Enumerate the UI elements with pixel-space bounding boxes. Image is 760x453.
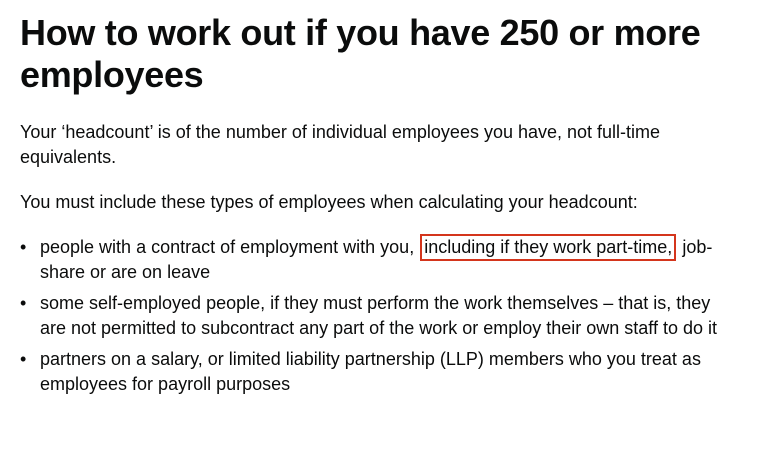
bullet-icon: • [20,349,27,369]
list-item-contract-employees: • people with a contract of employment w… [20,234,740,285]
list-item-text: some self-employed people, if they must … [40,293,718,338]
list-item-partners: • partners on a salary, or limited liabi… [20,347,740,397]
list-item-text: partners on a salary, or limited liabili… [40,349,701,394]
list-introduction: You must include these types of employee… [20,192,638,212]
guidance-page: How to work out if you have 250 or more … [0,0,760,453]
list-item-text: people with a contract of employment wit… [40,237,420,257]
page-heading: How to work out if you have 250 or more … [20,12,701,95]
bullet-icon: • [20,293,27,313]
headcount-definition: Your ‘headcount’ is of the number of ind… [20,122,661,167]
bullet-icon: • [20,237,27,257]
list-item-self-employed: • some self-employed people, if they mus… [20,291,740,341]
highlighted-text: including if they work part-time, [420,234,677,261]
employee-types-list: • people with a contract of employment w… [20,234,740,397]
